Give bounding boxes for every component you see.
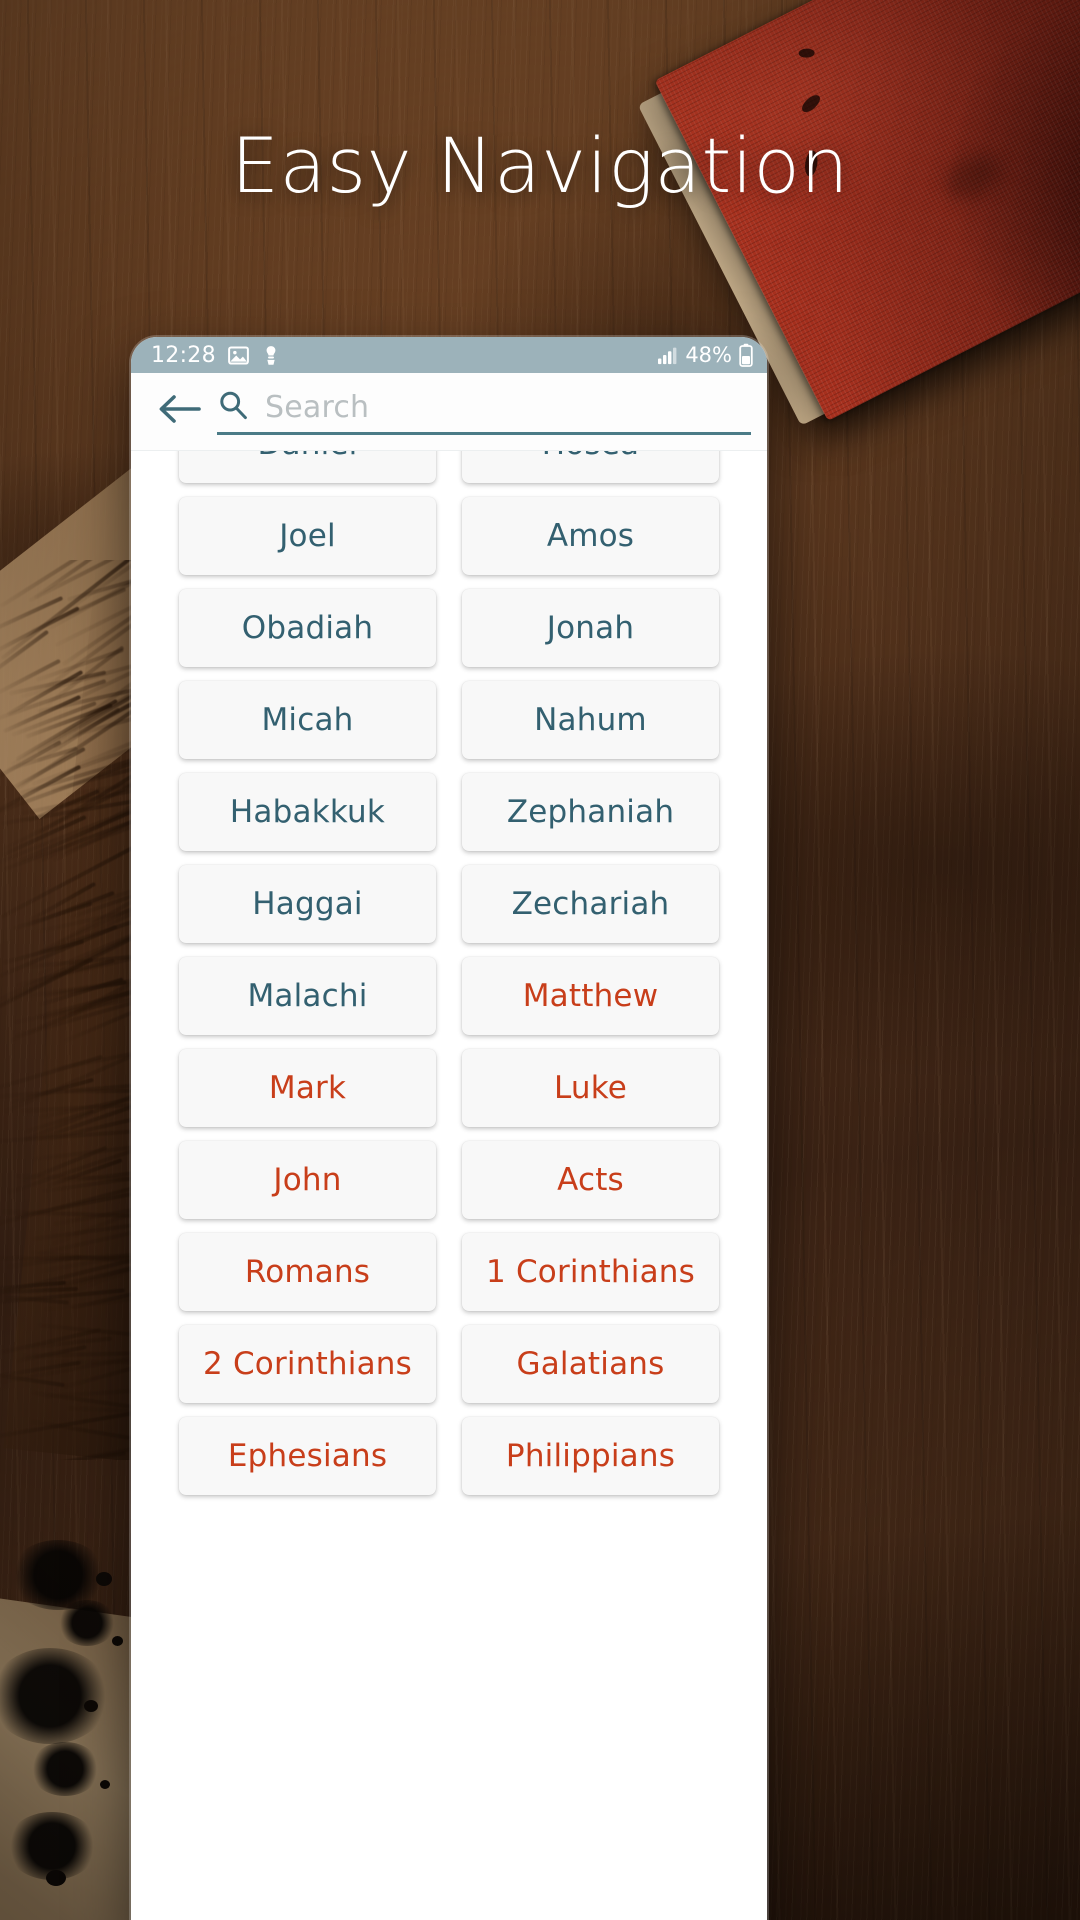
arrow-left-icon <box>157 391 201 432</box>
book-button[interactable]: Ephesians <box>179 1417 436 1495</box>
status-time: 12:28 <box>151 343 216 368</box>
book-button[interactable]: John <box>179 1141 436 1219</box>
page-title: Easy Navigation <box>0 128 1080 204</box>
status-bar: 12:28 48% <box>131 337 767 373</box>
battery-icon <box>739 343 753 367</box>
search-icon <box>217 389 249 426</box>
book-button[interactable]: Jonah <box>462 589 719 667</box>
book-button[interactable]: Daniel <box>179 451 436 483</box>
back-button[interactable] <box>153 386 205 438</box>
book-button[interactable]: Mark <box>179 1049 436 1127</box>
book-button[interactable]: Philippians <box>462 1417 719 1495</box>
book-button[interactable]: Habakkuk <box>179 773 436 851</box>
book-button[interactable]: Malachi <box>179 957 436 1035</box>
search-input[interactable]: Search <box>265 390 369 425</box>
book-button[interactable]: Hosea <box>462 451 719 483</box>
image-icon <box>227 344 250 367</box>
book-button[interactable]: Haggai <box>179 865 436 943</box>
book-button[interactable]: Matthew <box>462 957 719 1035</box>
book-button[interactable]: 1 Corinthians <box>462 1233 719 1311</box>
book-grid: Daniel Hosea Joel Amos Obadiah Jonah Micah Nahu… <box>139 451 759 1495</box>
book-button[interactable]: Joel <box>179 497 436 575</box>
book-button[interactable]: Obadiah <box>179 589 436 667</box>
book-button[interactable]: Zephaniah <box>462 773 719 851</box>
book-button[interactable]: Nahum <box>462 681 719 759</box>
signal-icon <box>657 346 678 365</box>
book-button[interactable]: Amos <box>462 497 719 575</box>
book-button[interactable]: Luke <box>462 1049 719 1127</box>
search-field-container[interactable]: Search <box>217 389 751 435</box>
book-button[interactable]: Zechariah <box>462 865 719 943</box>
book-button[interactable]: Galatians <box>462 1325 719 1403</box>
book-button[interactable]: Micah <box>179 681 436 759</box>
book-list-scroll-area[interactable]: Daniel Hosea Joel Amos Obadiah Jonah Micah Nahu… <box>131 451 767 1920</box>
status-bar-right: 48% <box>657 343 753 367</box>
download-icon <box>261 344 281 367</box>
book-button[interactable]: Romans <box>179 1233 436 1311</box>
book-button[interactable]: Acts <box>462 1141 719 1219</box>
battery-percent: 48% <box>685 343 732 367</box>
phone-mockup: 12:28 48% Search Joel Amos Obadiah Jonah… <box>131 337 767 1920</box>
status-bar-left: 12:28 <box>151 343 281 368</box>
app-search-bar: Search <box>131 373 767 451</box>
book-button[interactable]: 2 Corinthians <box>179 1325 436 1403</box>
